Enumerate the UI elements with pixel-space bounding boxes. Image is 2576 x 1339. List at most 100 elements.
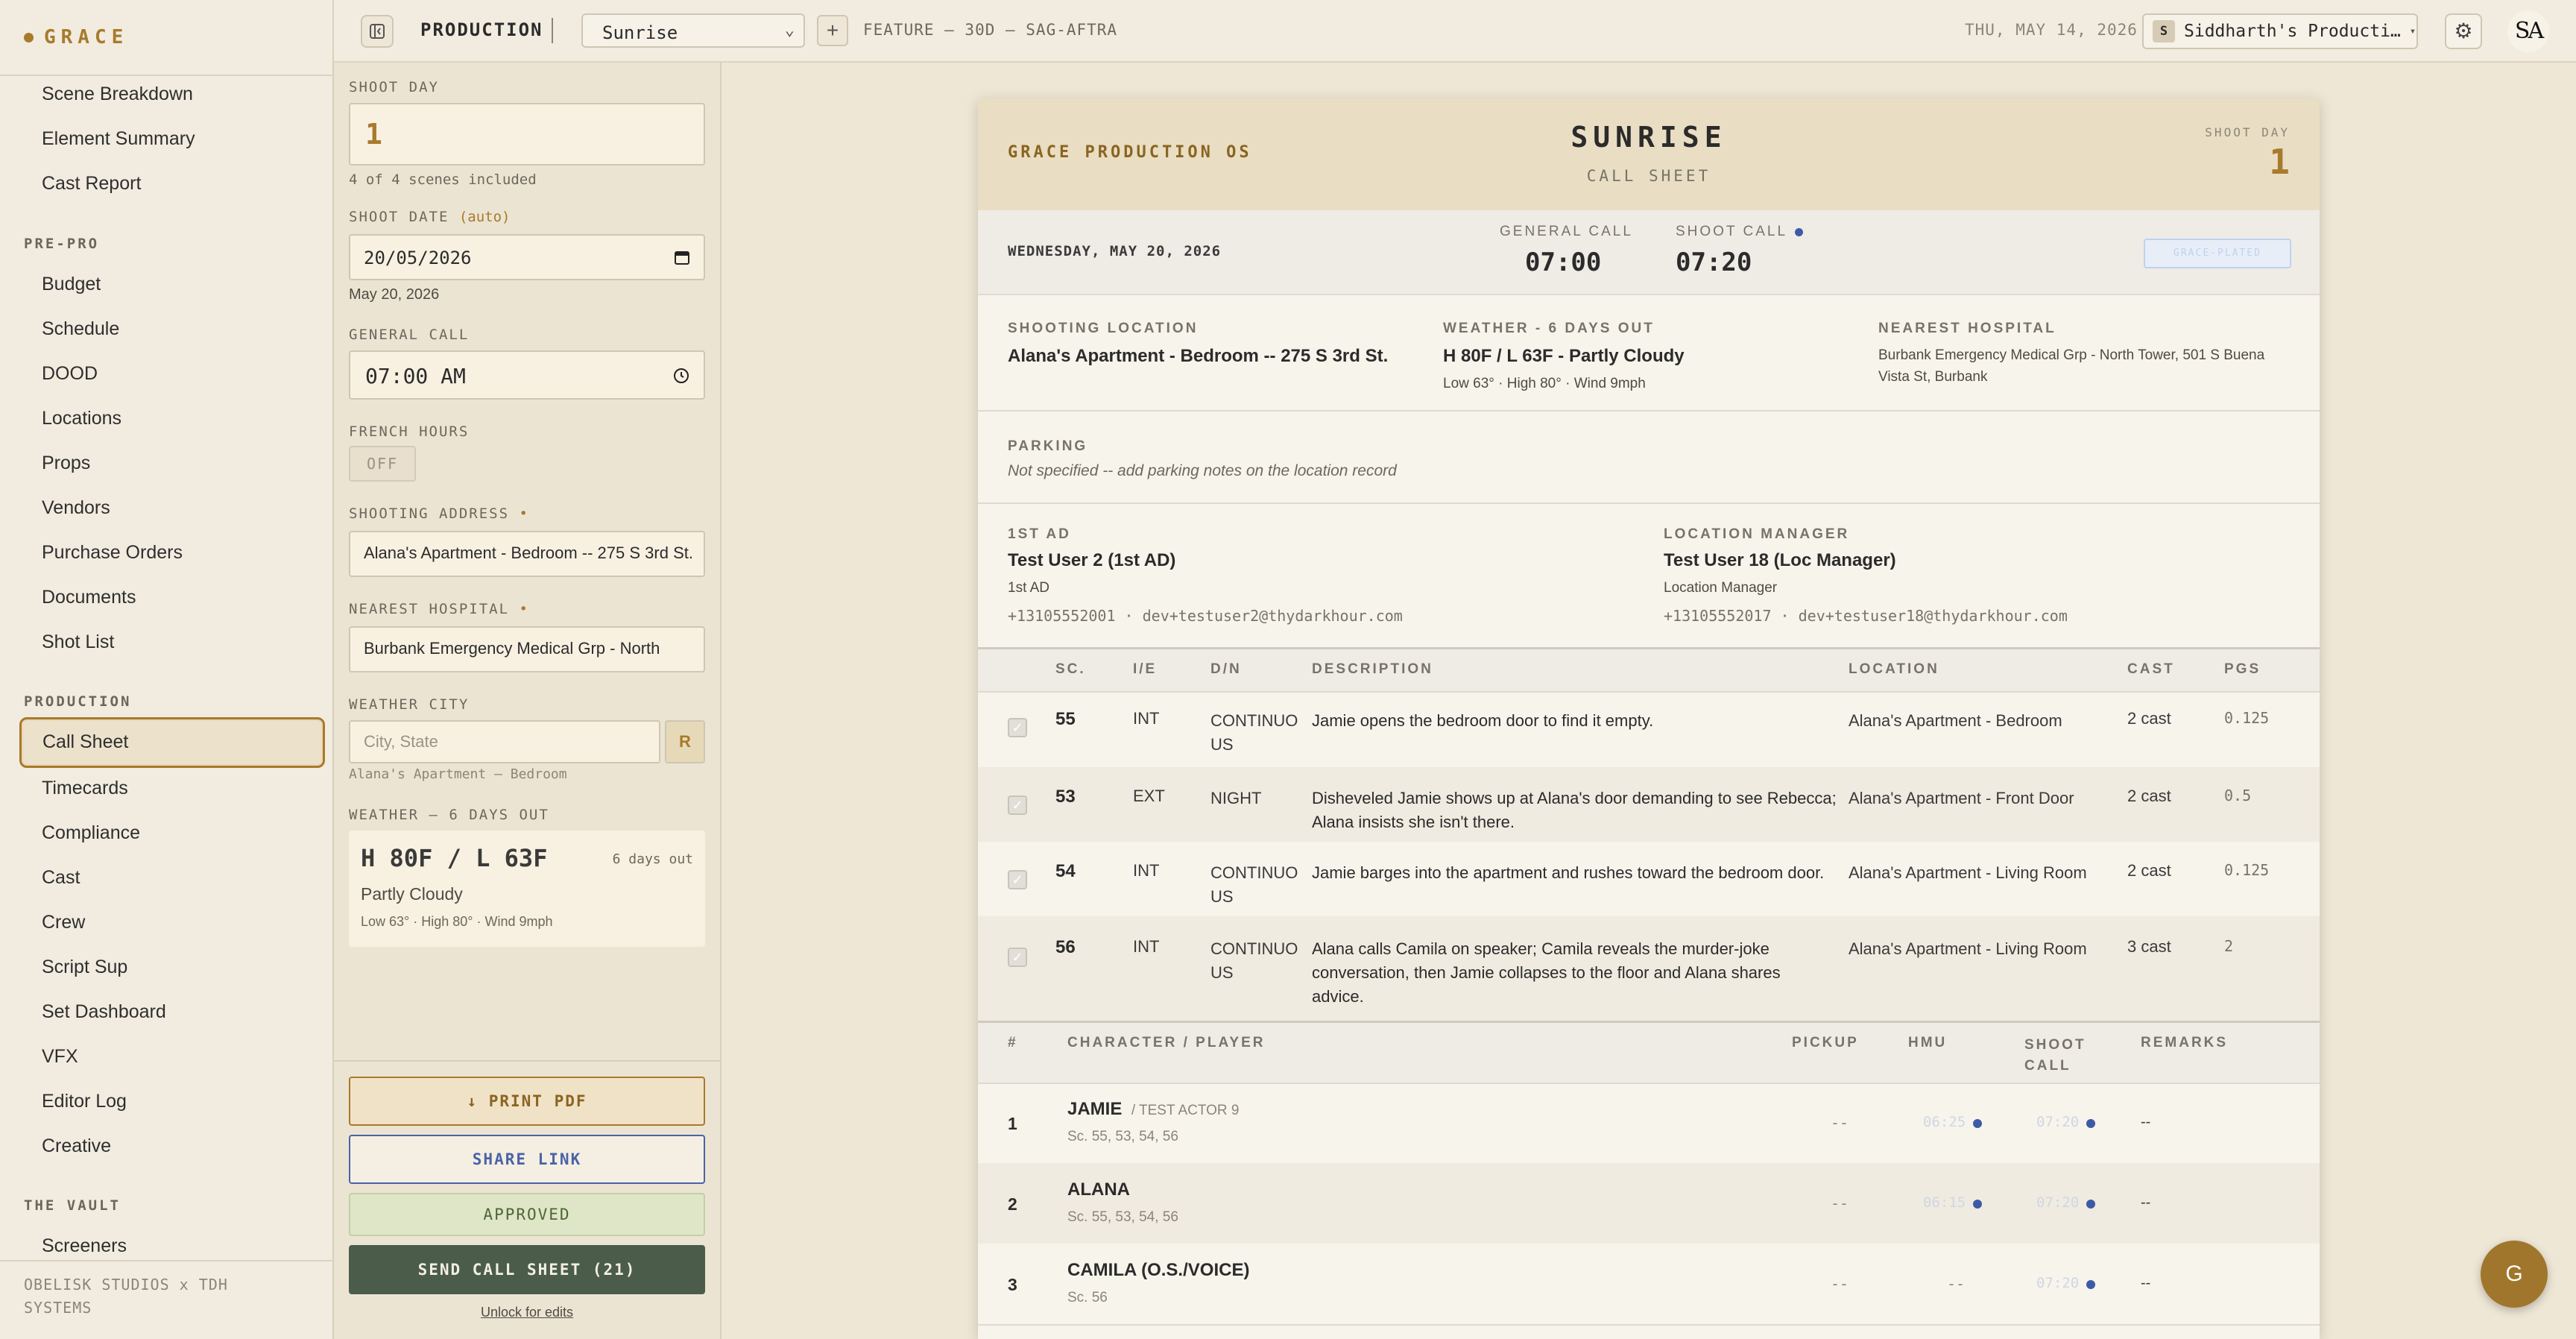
scene-include-checkbox[interactable]: ✓ <box>1008 795 1027 815</box>
scene-pages: 2 <box>2224 937 2234 955</box>
col-header-shoot-call: SHOOT CALL <box>2024 1037 2086 1074</box>
weather-condition: Partly Cloudy <box>361 884 463 904</box>
brand-name: GRACE <box>44 26 129 48</box>
calendar-icon[interactable] <box>674 249 690 265</box>
weather-city-input[interactable]: City, State <box>349 720 660 763</box>
gear-icon: ⚙ <box>2454 19 2473 42</box>
cast-row[interactable]: 2 ALANA Sc. 55, 53, 54, 56 -- 06:15 07:2… <box>978 1163 2320 1244</box>
general-call-input[interactable]: 07:00 AM <box>349 350 705 400</box>
org-avatar: S <box>2153 20 2175 42</box>
sidebar-item-editor-log[interactable]: Editor Log <box>42 1091 127 1112</box>
add-project-button[interactable]: + <box>817 15 848 46</box>
table-row[interactable]: ✓ 54 INT CONTINUO US Jamie barges into t… <box>978 842 2320 916</box>
first-ad-email[interactable]: dev+testuser2@thydarkhour.com <box>1143 607 1403 625</box>
sidebar-toggle-button[interactable] <box>361 15 394 48</box>
sidebar-item-vfx[interactable]: VFX <box>42 1046 78 1068</box>
location-caption: SHOOTING LOCATION <box>1008 321 1199 336</box>
user-avatar[interactable]: SA <box>2507 10 2549 52</box>
approved-badge[interactable]: APPROVED <box>349 1193 705 1236</box>
weather-refresh-button[interactable]: R <box>665 720 705 763</box>
sidebar-item-crew[interactable]: Crew <box>42 912 85 933</box>
unlock-link[interactable]: Unlock for edits <box>349 1305 705 1320</box>
sheet-subtitle: CALL SHEET <box>1586 167 1711 185</box>
sidebar-footer: OBELISK STUDIOS x TDH SYSTEMS <box>24 1273 228 1320</box>
table-row[interactable]: ✓ 56 INT CONTINUO US Alana calls Camila … <box>978 916 2320 1021</box>
sidebar-item-shot-list[interactable]: Shot List <box>42 631 114 653</box>
sidebar-item-element-summary[interactable]: Element Summary <box>42 128 195 150</box>
divider <box>334 1060 720 1062</box>
share-link-button[interactable]: SHARE LINK <box>349 1135 705 1184</box>
call-sheet-document: GRACE PRODUCTION OS SUNRISE CALL SHEET S… <box>978 98 2320 1339</box>
sidebar-item-script-sup[interactable]: Script Sup <box>42 957 127 978</box>
shoot-day-caption: SHOOT DAY <box>2205 125 2290 139</box>
table-row[interactable]: ✓ 55 INT CONTINUO US Jamie opens the bed… <box>978 693 2320 767</box>
project-select[interactable]: Sunrise ⌄ <box>581 13 805 48</box>
sidebar-item-documents[interactable]: Documents <box>42 587 136 608</box>
required-marker: • <box>519 601 528 617</box>
table-row[interactable]: ✓ 53 EXT NIGHT Disheveled Jamie shows up… <box>978 767 2320 842</box>
divider <box>978 1324 2320 1326</box>
scene-cast: 2 cast <box>2127 861 2171 880</box>
scene-include-checkbox[interactable]: ✓ <box>1008 718 1027 737</box>
parking-notes: Not specified -- add parking notes on th… <box>1008 462 1397 479</box>
scene-include-checkbox[interactable]: ✓ <box>1008 948 1027 967</box>
shoot-date-input[interactable]: 20/05/2026 <box>349 234 705 280</box>
first-ad-phone[interactable]: +13105552001 <box>1008 607 1116 625</box>
shoot-day-input[interactable]: 1 <box>349 103 705 166</box>
sidebar-item-call-sheet[interactable]: Call Sheet <box>19 717 325 768</box>
character-name: ALANA <box>1067 1179 1130 1200</box>
send-call-sheet-button[interactable]: SEND CALL SHEET (21) <box>349 1245 705 1294</box>
location-manager-phone[interactable]: +13105552017 <box>1664 607 1772 625</box>
location-manager-email[interactable]: dev+testuser18@thydarkhour.com <box>1799 607 2068 625</box>
sidebar-section-production: PRODUCTION <box>24 693 132 710</box>
scene-pages: 0.5 <box>2224 787 2252 804</box>
cast-row[interactable]: 1 JAMIE / TEST ACTOR 9 Sc. 55, 53, 54, 5… <box>978 1084 2320 1163</box>
org-switcher[interactable]: S Siddharth's Producti… ▾ <box>2142 13 2418 49</box>
shoot-call-caption: SHOOT CALL <box>1676 224 1788 239</box>
sidebar-section-vault: THE VAULT <box>24 1197 121 1214</box>
sidebar-item-props[interactable]: Props <box>42 453 90 474</box>
sidebar-item-cast-report[interactable]: Cast Report <box>42 173 141 195</box>
scene-cast: 3 cast <box>2127 937 2171 956</box>
sidebar-item-dood[interactable]: DOOD <box>42 363 98 385</box>
sidebar-item-budget[interactable]: Budget <box>42 274 101 295</box>
sidebar-item-schedule[interactable]: Schedule <box>42 318 119 340</box>
location-manager-contact: +13105552017 · dev+testuser18@thydarkhou… <box>1664 607 2068 625</box>
cast-row[interactable]: 3 CAMILA (O.S./VOICE) Sc. 56 -- -- 07:20… <box>978 1244 2320 1324</box>
scene-dn: CONTINUO US <box>1210 711 1298 754</box>
sidebar-item-scene-breakdown[interactable]: Scene Breakdown <box>42 84 193 105</box>
sidebar-item-cast[interactable]: Cast <box>42 867 80 889</box>
sidebar-item-vendors[interactable]: Vendors <box>42 497 110 519</box>
clock-icon[interactable] <box>672 367 690 385</box>
call-indicator-icon <box>2086 1199 2096 1209</box>
scene-include-checkbox[interactable]: ✓ <box>1008 870 1027 889</box>
scene-description: Jamie barges into the apartment and rush… <box>1312 863 1825 882</box>
footer-line: SYSTEMS <box>24 1299 92 1317</box>
sidebar-item-compliance[interactable]: Compliance <box>42 822 140 844</box>
plated-badge: GRACE-PLATED <box>2144 239 2291 268</box>
nearest-hospital-input[interactable]: Burbank Emergency Medical Grp - North <box>349 626 705 672</box>
assistant-fab-button[interactable]: G <box>2481 1241 2548 1308</box>
sidebar-item-purchase-orders[interactable]: Purchase Orders <box>42 542 183 564</box>
shooting-address-input[interactable]: Alana's Apartment - Bedroom -- 275 S 3rd… <box>349 531 705 577</box>
print-pdf-button[interactable]: ↓ PRINT PDF <box>349 1077 705 1126</box>
settings-button[interactable]: ⚙ <box>2445 13 2482 49</box>
footer-line: OBELISK STUDIOS x TDH <box>24 1276 228 1294</box>
shoot-day-number: 1 <box>2269 142 2290 182</box>
sidebar-item-creative[interactable]: Creative <box>42 1135 111 1157</box>
col-header-sc: SC. <box>1055 661 1086 677</box>
sidebar-item-locations[interactable]: Locations <box>42 408 121 429</box>
shoot-call-indicator-icon <box>1795 228 1804 237</box>
cast-remarks: -- <box>2141 1275 2151 1291</box>
french-hours-toggle[interactable]: OFF <box>349 446 416 482</box>
cast-remarks: -- <box>2141 1194 2151 1211</box>
call-indicator-icon <box>2086 1279 2096 1289</box>
parking-caption: PARKING <box>1008 438 1088 454</box>
character-name: JAMIE <box>1067 1099 1123 1119</box>
sidebar-item-timecards[interactable]: Timecards <box>42 778 128 799</box>
brand-logo[interactable]: GRACE <box>24 22 128 52</box>
sidebar-item-set-dashboard[interactable]: Set Dashboard <box>42 1001 166 1023</box>
scene-table-header: SC. I/E D/N DESCRIPTION LOCATION CAST PG… <box>978 649 2320 691</box>
general-call-value: 07:00 AM <box>365 364 466 388</box>
sidebar-item-screeners[interactable]: Screeners <box>42 1235 127 1257</box>
